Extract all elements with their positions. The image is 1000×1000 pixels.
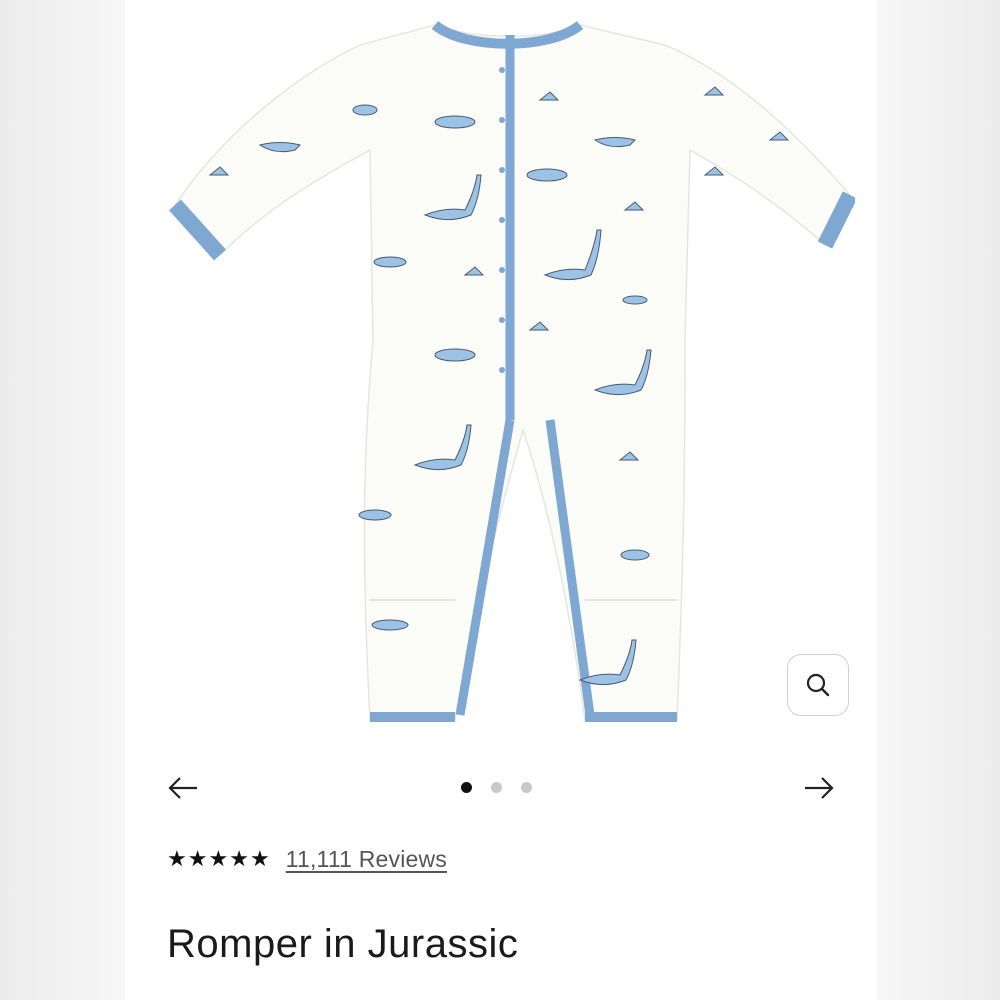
product-image[interactable] <box>165 10 855 740</box>
rating-row: ★ ★ ★ ★ ★ 11,111 Reviews <box>167 846 447 873</box>
background-right <box>875 0 1000 1000</box>
arrow-left-icon <box>168 777 197 799</box>
gallery-dot-2[interactable] <box>491 782 502 793</box>
next-image-button[interactable] <box>799 770 839 806</box>
star-icon: ★ <box>187 846 208 872</box>
previous-image-button[interactable] <box>163 770 203 806</box>
background-left <box>0 0 125 1000</box>
star-icon: ★ <box>249 846 270 872</box>
search-icon <box>806 673 830 697</box>
gallery-pagination <box>461 782 532 793</box>
star-rating: ★ ★ ★ ★ ★ <box>167 846 270 872</box>
zoom-button[interactable] <box>787 654 849 716</box>
product-title: Romper in Jurassic <box>167 922 519 966</box>
star-icon: ★ <box>208 846 229 872</box>
gallery-dot-3[interactable] <box>521 782 532 793</box>
reviews-link[interactable]: 11,111 Reviews <box>286 846 447 873</box>
gallery-dot-1[interactable] <box>461 782 472 793</box>
arrow-right-icon <box>805 777 834 799</box>
star-icon: ★ <box>167 846 187 872</box>
star-icon: ★ <box>229 846 249 872</box>
product-panel: ★ ★ ★ ★ ★ 11,111 Reviews Romper in Juras… <box>125 0 877 1000</box>
